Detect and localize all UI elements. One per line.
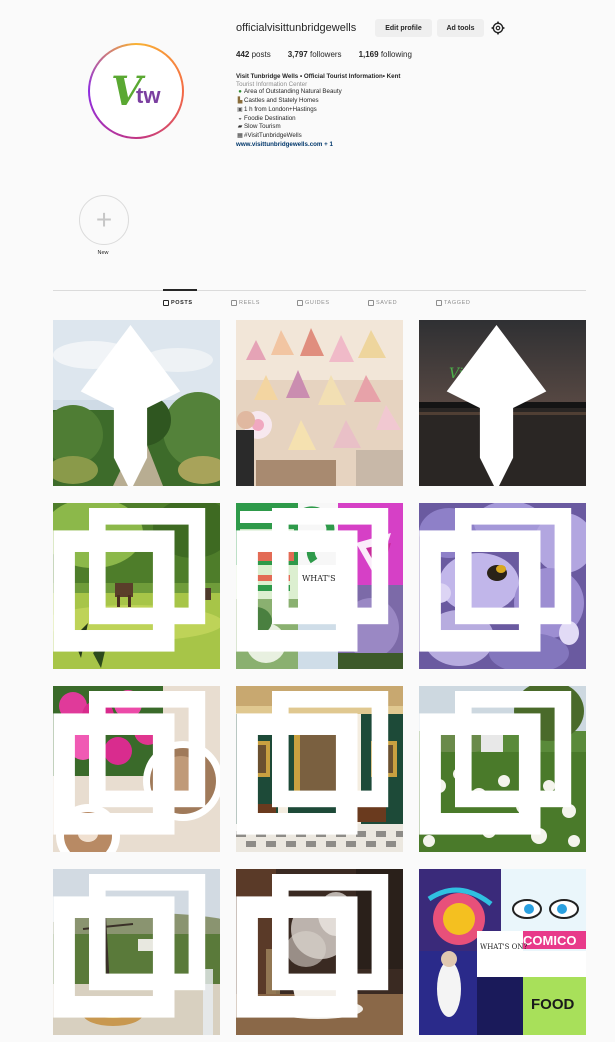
guides-icon: [297, 300, 303, 306]
plus-icon: +: [95, 204, 113, 235]
hashtag-icon: ▦: [237, 132, 243, 139]
carousel-icon: [53, 508, 206, 652]
highlight-label: New: [97, 250, 109, 256]
post-tile[interactable]: [419, 503, 586, 669]
profile-stats: 442 posts 3,797 followers 1,169 followin…: [236, 50, 412, 59]
tag-icon: [436, 300, 442, 306]
avatar-logo: V tw: [90, 45, 182, 137]
posts-label: posts: [251, 50, 271, 59]
carousel-icon: [53, 874, 206, 1018]
train-icon: ▣: [237, 106, 243, 113]
carousel-icon: [236, 874, 389, 1018]
edit-profile-button[interactable]: Edit profile: [375, 19, 432, 37]
post-tile[interactable]: [53, 686, 220, 852]
followers-stat[interactable]: 3,797 followers: [288, 50, 342, 59]
tab-guides[interactable]: GUIDES: [297, 300, 330, 306]
castle-icon: ▙: [237, 98, 243, 105]
food-icon: ◒: [238, 115, 242, 122]
gear-icon[interactable]: [491, 21, 505, 35]
bio-line: ◒ Foodie Destination: [236, 115, 496, 124]
profile-page: V tw officialvisittunbridgewells Edit pr…: [0, 0, 615, 1042]
followers-label: followers: [309, 50, 342, 59]
bio-line: ● Area of Outstanding Natural Beauty: [236, 88, 496, 97]
post-tile[interactable]: [53, 320, 220, 486]
post-tile[interactable]: [236, 320, 403, 486]
profile-tabs: POSTS REELS GUIDES SAVED TAGGED: [53, 300, 586, 312]
pin-icon: [446, 325, 547, 486]
following-count: 1,169: [358, 50, 379, 59]
comic-text: COMICO: [523, 933, 576, 948]
post-tile[interactable]: [53, 869, 220, 1035]
tab-posts[interactable]: POSTS: [163, 300, 193, 306]
svg-text:tw: tw: [136, 83, 161, 108]
vtw-logo-icon: V tw: [102, 57, 170, 125]
tab-saved[interactable]: SAVED: [368, 300, 397, 306]
posts-count: 442: [236, 50, 250, 59]
food-text: FOOD: [531, 996, 574, 1013]
carousel-icon: [236, 691, 389, 835]
profile-username: officialvisittunbridgewells: [236, 22, 357, 34]
following-label: following: [380, 50, 412, 59]
tabs-divider: [53, 290, 586, 291]
post-tile[interactable]: [236, 686, 403, 852]
post-tile[interactable]: WHAT'S ON?: [236, 503, 403, 669]
bio-line: ▰ Slow Tourism: [237, 123, 281, 131]
reels-icon: [231, 300, 237, 306]
hanging-decorations-image: [236, 320, 403, 486]
tree-icon: ●: [238, 89, 242, 96]
post-tile[interactable]: [53, 503, 220, 669]
bio-link[interactable]: www.visittunbridgewells.com + 1: [236, 141, 496, 149]
car-icon: ▰: [237, 124, 243, 131]
followers-count: 3,797: [287, 50, 308, 59]
events-collage-image: COMICO WHAT'S ON? FOOD: [419, 869, 586, 1035]
bio-line: ▙ Castles and Stately Homes: [237, 97, 319, 105]
bio-name: Visit Tunbridge Wells • Official Tourist…: [236, 73, 401, 80]
ad-tools-button[interactable]: Ad tools: [437, 19, 484, 37]
post-tile[interactable]: [236, 869, 403, 1035]
whats-on-text: WHAT'S ON?: [480, 943, 527, 951]
active-tab-indicator: [163, 289, 197, 291]
pin-icon: [80, 325, 181, 486]
bio-line: ▣1 h from London+Hastings: [237, 105, 317, 113]
post-tile[interactable]: Visit tunbridgewells: [419, 320, 586, 486]
bio-line: ▦#VisitTunbridgeWells: [237, 131, 302, 139]
posts-stat: 442 posts: [236, 50, 271, 59]
bookmark-icon: [368, 300, 374, 306]
carousel-icon: [419, 691, 572, 835]
new-highlight-button[interactable]: +: [79, 195, 129, 245]
post-tile[interactable]: [419, 686, 586, 852]
profile-avatar[interactable]: V tw: [88, 43, 184, 139]
tab-tagged[interactable]: TAGGED: [436, 300, 470, 306]
profile-bio: Visit Tunbridge Wells • Official Tourist…: [236, 73, 496, 148]
carousel-icon: [419, 508, 572, 652]
post-tile[interactable]: COMICO WHAT'S ON? FOOD: [419, 869, 586, 1035]
carousel-icon: [236, 508, 389, 652]
carousel-icon: [53, 691, 206, 835]
following-stat[interactable]: 1,169 following: [359, 50, 412, 59]
bio-category: Tourist Information Center: [236, 80, 308, 88]
grid-icon: [163, 300, 169, 306]
tab-reels[interactable]: REELS: [231, 300, 260, 306]
